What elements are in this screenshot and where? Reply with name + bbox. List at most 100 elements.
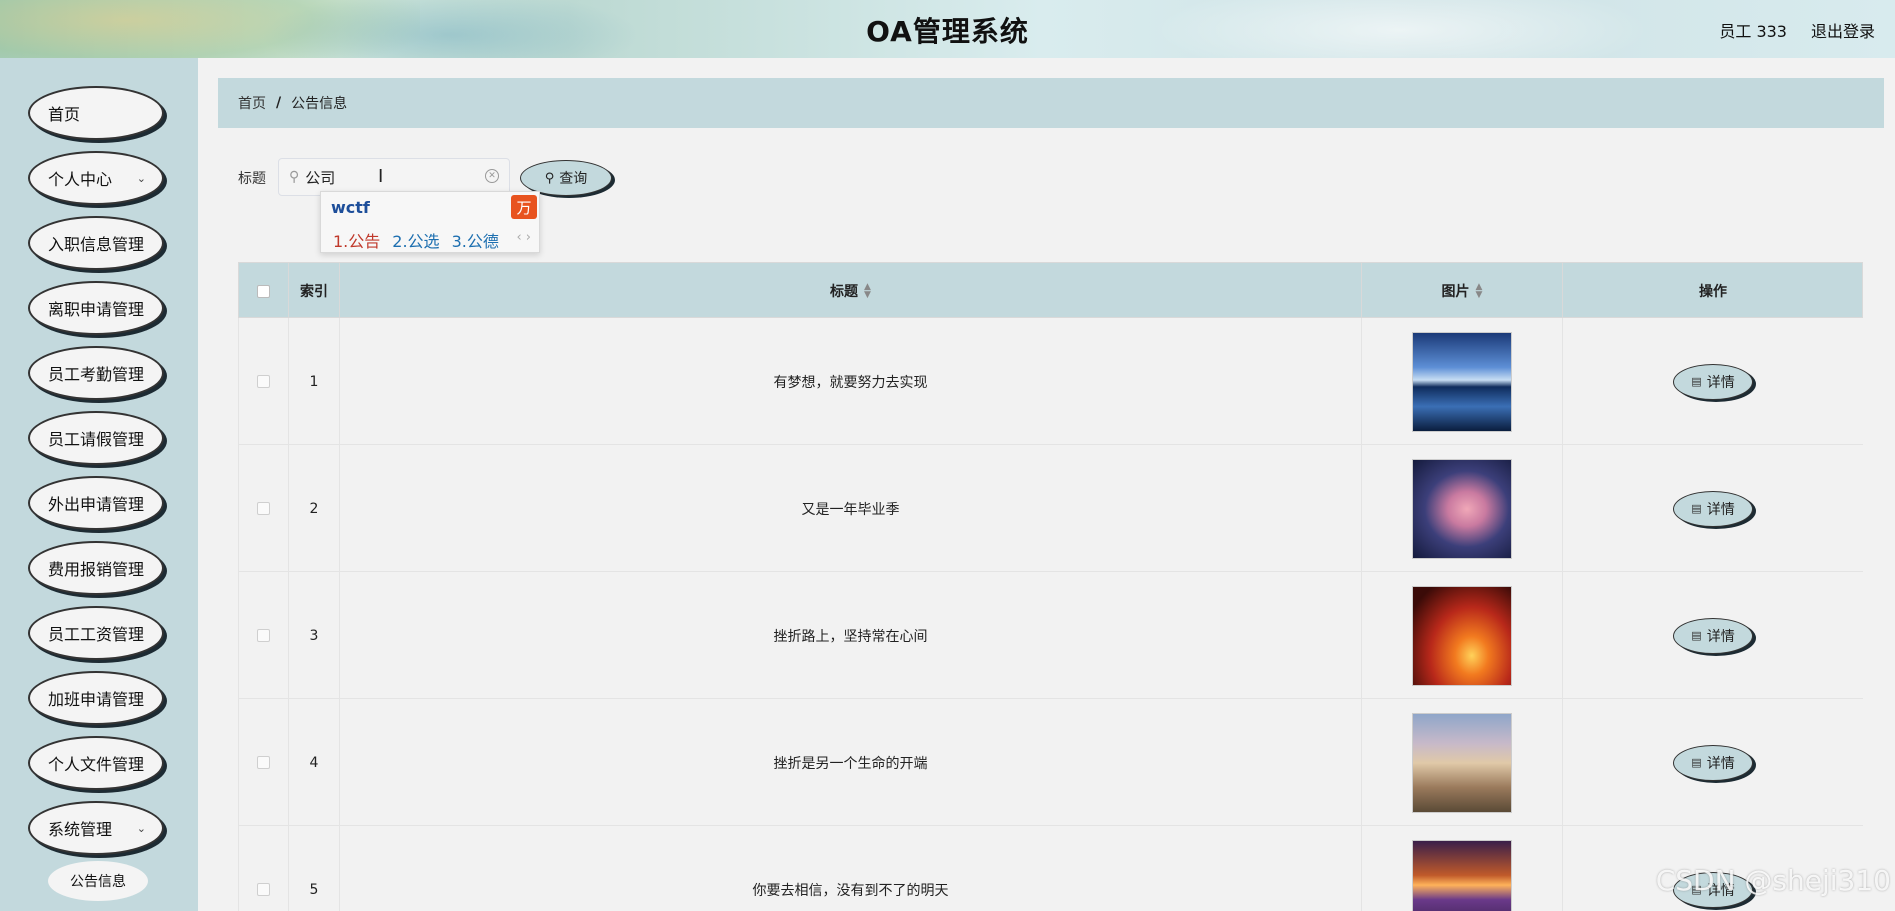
row-action-cell: ▤ 详情 bbox=[1563, 318, 1863, 445]
sidebar-item-label: 离职申请管理 bbox=[48, 300, 145, 319]
sidebar-item-files[interactable]: 个人文件管理 bbox=[28, 736, 164, 790]
row-image-cell bbox=[1362, 572, 1563, 699]
column-header-image-label: 图片 bbox=[1441, 284, 1470, 300]
sidebar-item-onboarding[interactable]: 入职信息管理 bbox=[28, 216, 164, 270]
document-icon: ▤ bbox=[1691, 629, 1702, 642]
ime-candidate[interactable]: 1.公告 bbox=[333, 228, 380, 252]
sidebar-subitem-announcements[interactable]: 公告信息 bbox=[48, 861, 148, 901]
sidebar-item-salary[interactable]: 员工工资管理 bbox=[28, 606, 164, 660]
row-checkbox-cell bbox=[239, 699, 289, 826]
sidebar-item-label: 系统管理 bbox=[48, 820, 113, 839]
sidebar-item-label: 员工工资管理 bbox=[48, 625, 145, 644]
detail-button[interactable]: ▤ 详情 bbox=[1673, 744, 1753, 781]
breadcrumb: 首页 / 公告信息 bbox=[218, 78, 1884, 128]
detail-button[interactable]: ▤ 详情 bbox=[1673, 363, 1753, 400]
ime-candidate[interactable]: 2.公选 bbox=[392, 228, 439, 252]
column-header-title[interactable]: 标题 ▲ ▼ bbox=[340, 263, 1362, 319]
document-icon: ▤ bbox=[1691, 375, 1702, 388]
row-title: 你要去相信，没有到不了的明天 bbox=[340, 826, 1362, 911]
document-icon: ▤ bbox=[1691, 756, 1702, 769]
row-image-cell bbox=[1362, 445, 1563, 572]
ime-candidate[interactable]: 3.公德 bbox=[452, 228, 499, 252]
select-all-cell bbox=[239, 263, 289, 319]
column-header-image[interactable]: 图片 ▲ ▼ bbox=[1362, 263, 1563, 319]
row-image-cell bbox=[1362, 826, 1563, 911]
sidebar-item-label: 费用报销管理 bbox=[48, 560, 145, 579]
sidebar-item-system[interactable]: 系统管理 ⌄ bbox=[28, 801, 164, 855]
select-all-checkbox[interactable] bbox=[257, 284, 270, 298]
sidebar-item-label: 个人文件管理 bbox=[48, 755, 145, 774]
column-header-title-label: 标题 bbox=[830, 284, 859, 300]
announcement-thumbnail[interactable] bbox=[1412, 331, 1512, 432]
table-row: 1 有梦想，就要努力去实现 ▤ 详情 bbox=[238, 318, 1863, 445]
row-checkbox[interactable] bbox=[257, 502, 270, 515]
chevron-down-icon: ⌄ bbox=[136, 822, 146, 835]
announcement-thumbnail[interactable] bbox=[1412, 458, 1512, 559]
detail-button[interactable]: ▤ 详情 bbox=[1673, 617, 1753, 654]
breadcrumb-current: 公告信息 bbox=[291, 96, 348, 112]
app-title: OA管理系统 bbox=[866, 15, 1029, 48]
breadcrumb-home[interactable]: 首页 bbox=[238, 93, 266, 113]
row-index: 4 bbox=[289, 699, 340, 826]
sidebar-item-label: 员工考勤管理 bbox=[48, 365, 145, 384]
row-action-cell: ▤ 详情 bbox=[1563, 445, 1863, 572]
row-checkbox-cell bbox=[239, 572, 289, 699]
ime-candidate-popup: wctf 万 1.公告 2.公选 3.公德 ‹ › bbox=[320, 191, 540, 253]
search-label: 标题 bbox=[238, 171, 266, 187]
row-action-cell: ▤ 详情 bbox=[1563, 572, 1863, 699]
search-icon: ⚲ bbox=[544, 170, 555, 186]
sort-icon[interactable]: ▲ ▼ bbox=[864, 283, 871, 300]
row-checkbox-cell bbox=[239, 445, 289, 572]
table-row: 4 挫折是另一个生命的开端 ▤ 详情 bbox=[238, 699, 1863, 826]
row-checkbox[interactable] bbox=[257, 375, 270, 388]
sidebar-item-personal-center[interactable]: 个人中心 ⌄ bbox=[28, 151, 164, 205]
row-checkbox[interactable] bbox=[257, 883, 270, 896]
sidebar-item-label: 加班申请管理 bbox=[48, 690, 145, 709]
sidebar-item-label: 个人中心 bbox=[48, 170, 113, 189]
row-checkbox[interactable] bbox=[257, 629, 270, 642]
watermark: CSDN @sheji310 bbox=[1655, 864, 1891, 897]
sidebar-item-label: 员工请假管理 bbox=[48, 430, 145, 449]
row-index: 2 bbox=[289, 445, 340, 572]
breadcrumb-separator: / bbox=[276, 95, 282, 111]
sidebar-item-home[interactable]: 首页 bbox=[28, 86, 164, 140]
sidebar-item-attendance[interactable]: 员工考勤管理 bbox=[28, 346, 164, 400]
sidebar-item-label: 首页 bbox=[48, 105, 81, 124]
chevron-down-icon: ⌄ bbox=[136, 172, 146, 185]
announcement-thumbnail[interactable] bbox=[1412, 585, 1512, 686]
sort-icon[interactable]: ▲ ▼ bbox=[1476, 283, 1483, 300]
announcement-thumbnail[interactable] bbox=[1412, 839, 1512, 911]
search-icon: ⚲ bbox=[289, 169, 300, 185]
query-button-label: 查询 bbox=[559, 171, 588, 187]
sidebar-item-leave[interactable]: 员工请假管理 bbox=[28, 411, 164, 465]
announcement-thumbnail[interactable] bbox=[1412, 712, 1512, 813]
detail-button-label: 详情 bbox=[1706, 628, 1735, 645]
sidebar-item-overtime[interactable]: 加班申请管理 bbox=[28, 671, 164, 725]
ime-logo-icon: 万 bbox=[511, 195, 537, 219]
row-index: 1 bbox=[289, 318, 340, 445]
row-title: 又是一年毕业季 bbox=[340, 445, 1362, 572]
table-row: 5 你要去相信，没有到不了的明天 ▤ 详情 bbox=[238, 826, 1863, 911]
row-checkbox[interactable] bbox=[257, 756, 270, 769]
ime-composition: wctf bbox=[331, 198, 370, 217]
detail-button-label: 详情 bbox=[1706, 374, 1735, 391]
sidebar-item-outing[interactable]: 外出申请管理 bbox=[28, 476, 164, 530]
row-index: 5 bbox=[289, 826, 340, 911]
header-bar: OA管理系统 员工 333 退出登录 bbox=[0, 0, 1895, 58]
column-header-index: 索引 bbox=[289, 263, 340, 319]
ime-pager-icon[interactable]: ‹ › bbox=[516, 230, 531, 245]
row-image-cell bbox=[1362, 699, 1563, 826]
sidebar-item-resignation[interactable]: 离职申请管理 bbox=[28, 281, 164, 335]
text-cursor-icon: I bbox=[378, 166, 384, 187]
row-index: 3 bbox=[289, 572, 340, 699]
announcement-table: 索引 标题 ▲ ▼ 图片 ▲ ▼ 操作 1 有梦想，就要努力去实现 ▤ 详情 2 又是一年… bbox=[238, 262, 1863, 911]
detail-button-label: 详情 bbox=[1706, 501, 1735, 518]
sidebar-item-expense[interactable]: 费用报销管理 bbox=[28, 541, 164, 595]
row-title: 挫折是另一个生命的开端 bbox=[340, 699, 1362, 826]
clear-icon[interactable]: ✕ bbox=[485, 169, 499, 183]
document-icon: ▤ bbox=[1691, 502, 1702, 515]
table-row: 2 又是一年毕业季 ▤ 详情 bbox=[238, 445, 1863, 572]
detail-button[interactable]: ▤ 详情 bbox=[1673, 490, 1753, 527]
logout-link[interactable]: 退出登录 bbox=[1811, 18, 1875, 42]
sidebar: 首页 个人中心 ⌄ 入职信息管理 离职申请管理 员工考勤管理 员工请假管理 外出申… bbox=[0, 58, 198, 911]
